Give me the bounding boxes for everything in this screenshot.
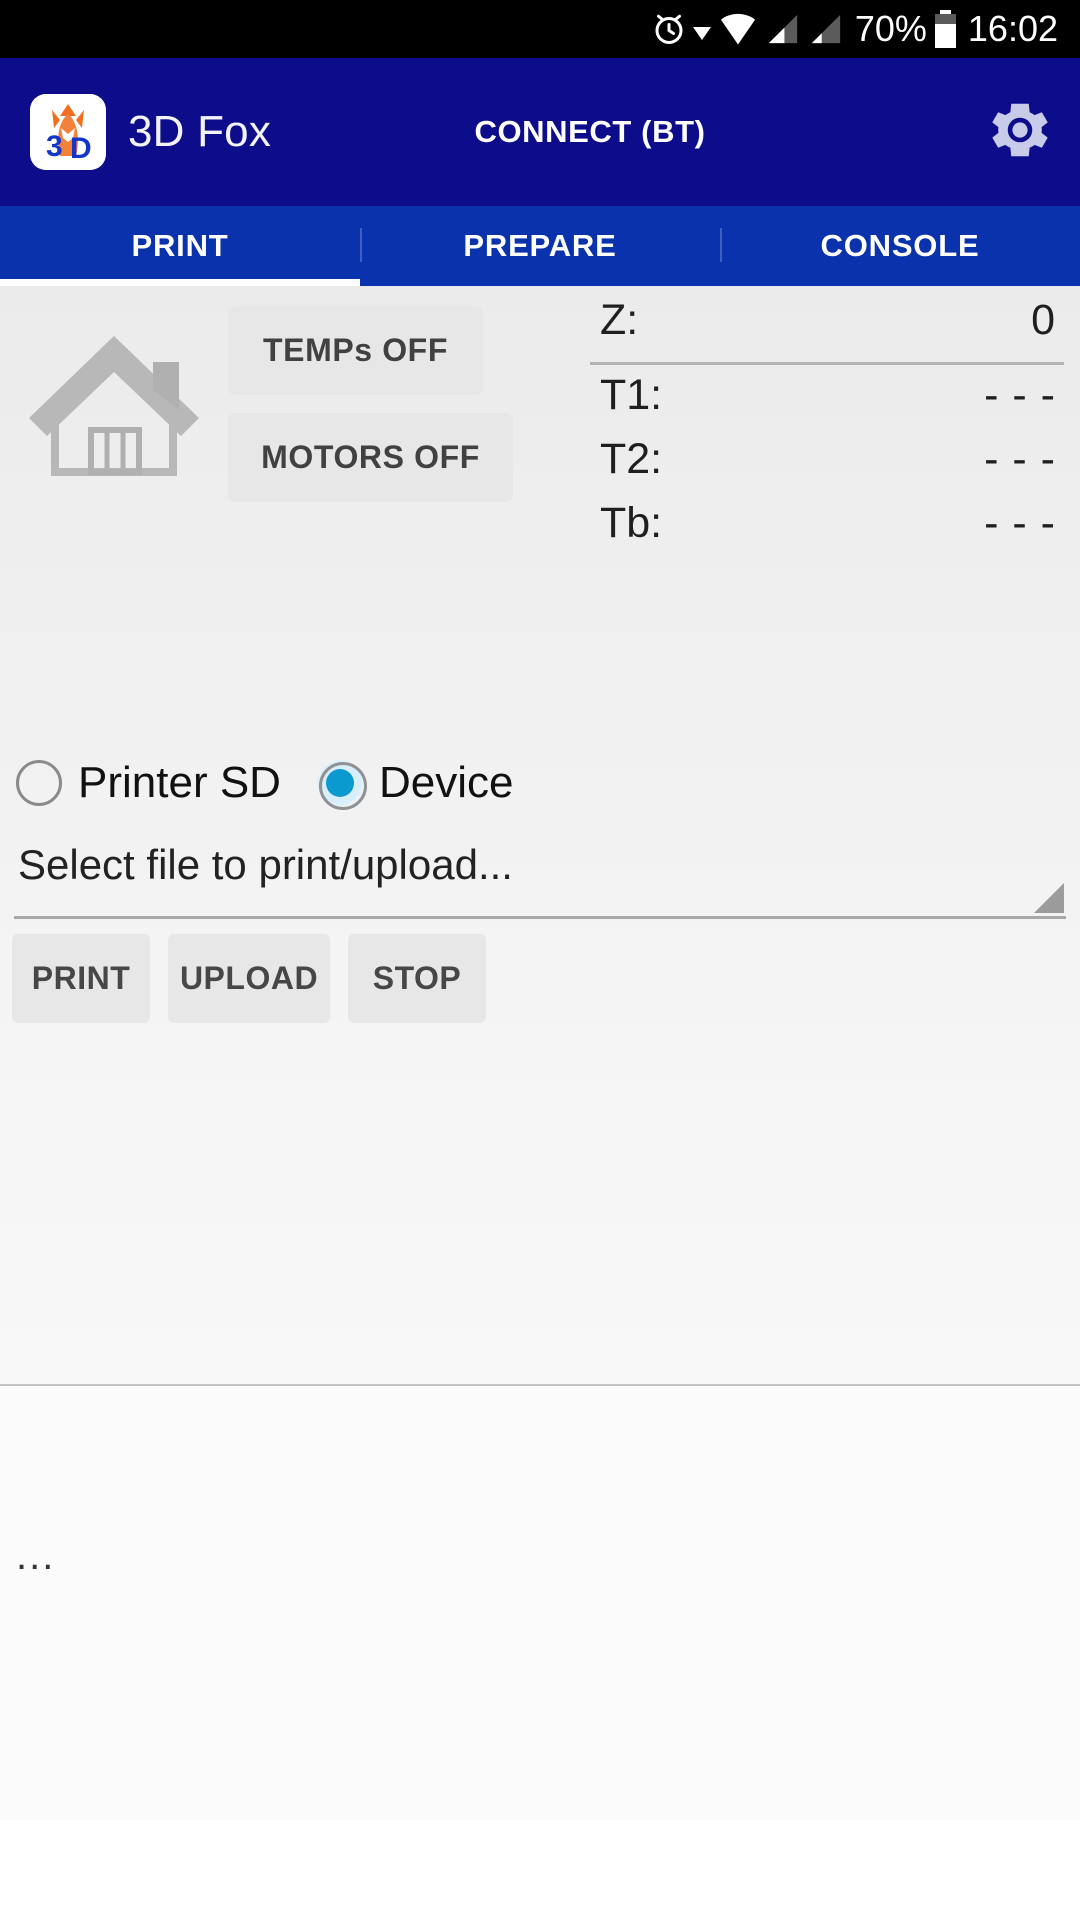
action-buttons-row: PRINT UPLOAD STOP — [12, 934, 486, 1023]
readout-value: 0 — [1031, 296, 1056, 344]
gear-icon — [985, 95, 1055, 170]
dropdown-caret-icon — [692, 26, 711, 40]
readout-row-tb: Tb: - - - — [590, 499, 1064, 563]
readout-row-t1: T1: - - - — [590, 371, 1064, 435]
home-button[interactable] — [0, 296, 228, 502]
readout-label: T2: — [600, 435, 663, 483]
readout-label: Tb: — [600, 499, 663, 547]
spinner-caret-icon — [1034, 883, 1064, 913]
cellular-signal-icon — [800, 12, 843, 46]
file-source-radio-group: Printer SD Device — [16, 758, 549, 810]
radio-printer-sd-label[interactable]: Printer SD — [78, 758, 281, 808]
app-bar: 3 D 3D Fox CONNECT (BT) — [0, 58, 1080, 206]
connect-bt-button[interactable]: CONNECT (BT) — [474, 114, 705, 150]
temps-off-button[interactable]: TEMPs OFF — [228, 306, 483, 395]
svg-text:3: 3 — [46, 130, 63, 163]
readout-separator — [590, 362, 1064, 365]
tab-print[interactable]: PRINT — [0, 206, 360, 286]
radio-printer-sd[interactable] — [16, 760, 62, 806]
print-button[interactable]: PRINT — [12, 934, 150, 1023]
tab-bar: PRINT PREPARE CONSOLE — [0, 206, 1080, 286]
readout-value: - - - — [984, 435, 1056, 483]
tab-selected-indicator — [0, 279, 360, 286]
motors-off-button[interactable]: MOTORS OFF — [228, 413, 513, 502]
stop-button[interactable]: STOP — [348, 934, 486, 1023]
print-tab-content: TEMPs OFF MOTORS OFF Z: 0 T1: - - - T2: … — [0, 286, 1080, 1820]
radio-device[interactable] — [316, 760, 367, 810]
status-bar-clock: 16:02 — [967, 8, 1058, 49]
footer-status-text: ... — [16, 1534, 56, 1578]
readout-row-t2: T2: - - - — [590, 435, 1064, 499]
power-buttons-column: TEMPs OFF MOTORS OFF — [228, 296, 578, 502]
3d-fox-logo: 3 D — [30, 94, 106, 170]
footer-area — [0, 1386, 1080, 1820]
tab-prepare[interactable]: PREPARE — [360, 206, 720, 286]
readout-value: - - - — [984, 371, 1056, 419]
wifi-icon — [711, 12, 757, 46]
spinner-underline — [14, 916, 1066, 919]
readout-label: T1: — [600, 371, 663, 419]
svg-text:D: D — [70, 132, 92, 165]
tab-console[interactable]: CONSOLE — [720, 206, 1080, 286]
status-bar: 70% 16:02 — [0, 0, 1080, 58]
home-icon — [21, 314, 207, 495]
radio-device-label[interactable]: Device — [379, 758, 514, 808]
battery-percent-label: 70% — [854, 8, 927, 49]
file-select-spinner[interactable]: Select file to print/upload... — [14, 841, 1066, 919]
file-select-spinner-value: Select file to print/upload... — [18, 841, 513, 888]
readout-value: - - - — [984, 499, 1056, 547]
alarm-clock-icon — [651, 11, 687, 47]
cellular-signal-icon — [757, 12, 800, 46]
upload-button[interactable]: UPLOAD — [168, 934, 330, 1023]
page-title: 3D Fox — [128, 107, 272, 156]
readout-row-z: Z: 0 — [590, 296, 1064, 360]
readout-label: Z: — [600, 296, 639, 344]
battery-icon — [934, 10, 956, 48]
printer-readouts: Z: 0 T1: - - - T2: - - - Tb: - - - — [590, 296, 1064, 563]
settings-button[interactable] — [984, 96, 1056, 168]
